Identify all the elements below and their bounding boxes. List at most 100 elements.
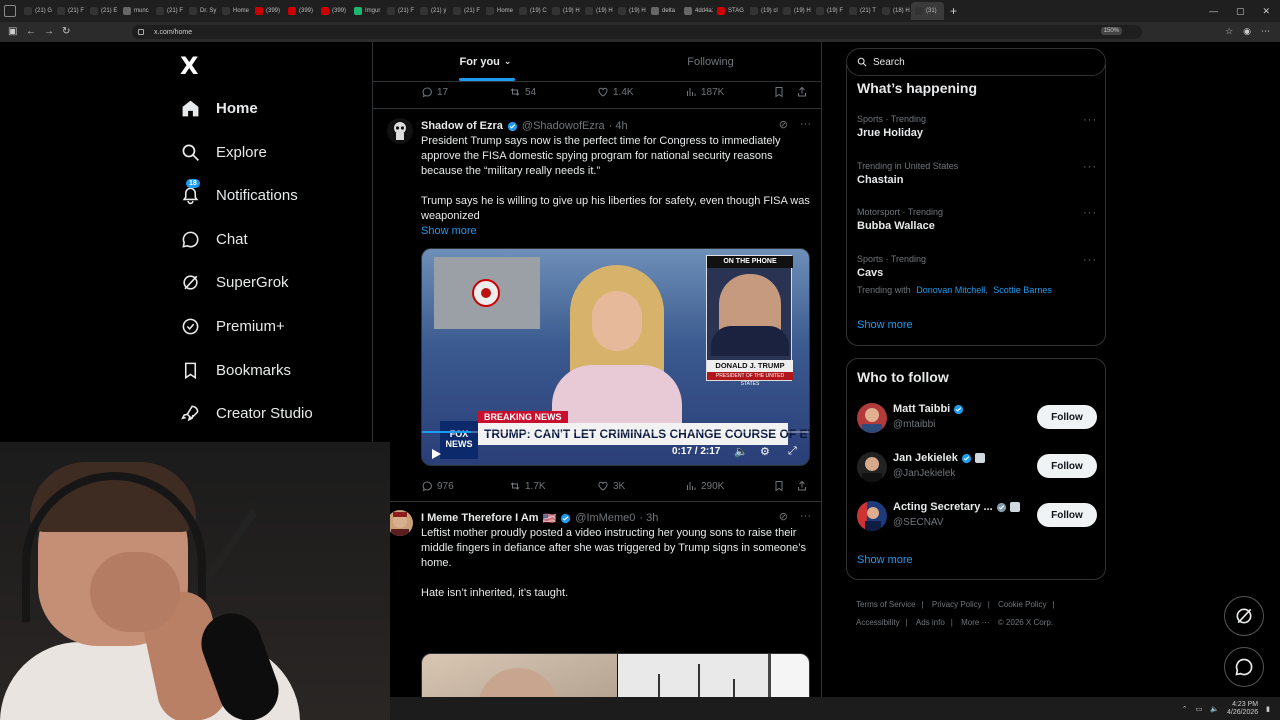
account-name[interactable]: Matt Taibbi — [893, 403, 950, 415]
post-time[interactable]: · 4h — [609, 120, 628, 132]
browser-tab[interactable]: (19) C — [515, 2, 548, 20]
x-logo[interactable]: X — [180, 52, 199, 80]
forward-icon[interactable]: → — [44, 27, 54, 37]
nav-item-explore[interactable]: Explore — [180, 137, 267, 167]
footer-link[interactable]: Cookie Policy — [998, 600, 1046, 609]
more-icon[interactable]: ··· — [1083, 207, 1097, 219]
repost-button[interactable]: 54 — [509, 86, 536, 98]
browser-tab[interactable]: (399) — [317, 2, 350, 20]
account-handle[interactable]: @mtaibbi — [893, 419, 935, 430]
more-icon[interactable]: ··· — [1083, 114, 1097, 126]
nav-item-home[interactable]: Home — [180, 93, 258, 123]
nav-item-supergrok[interactable]: SuperGrok — [180, 267, 289, 297]
browser-tab[interactable]: (21) E — [86, 2, 119, 20]
browser-tab[interactable]: Home — [482, 2, 515, 20]
video-player[interactable]: ON THE PHONE DONALD J. TRUMP PRESIDENT O… — [421, 248, 810, 466]
avatar[interactable] — [857, 501, 887, 531]
repost-button[interactable]: 1.7K — [509, 480, 546, 492]
footer-link[interactable]: Accessibility — [856, 618, 900, 627]
nav-item-bookmarks[interactable]: Bookmarks — [180, 355, 291, 385]
trending-with-link[interactable]: Donovan Mitchell — [916, 285, 985, 295]
more-icon[interactable]: ··· — [800, 118, 811, 131]
more-icon[interactable]: ··· — [800, 510, 811, 523]
back-icon[interactable]: ← — [26, 27, 36, 37]
avatar[interactable] — [387, 118, 413, 144]
post-shadow-of-ezra[interactable]: Shadow of Ezra @ShadowofEzra · 4h ⊘ ··· … — [373, 118, 821, 498]
show-more-link[interactable]: Show more — [857, 554, 913, 566]
nav-item-notifications[interactable]: 18 Notifications — [180, 179, 298, 210]
video-progress-bar[interactable] — [422, 431, 809, 433]
profile-icon[interactable]: ◉ — [1243, 26, 1251, 37]
menu-icon[interactable]: ⋯ — [1261, 26, 1270, 37]
settings-icon[interactable]: ⚙ — [760, 445, 770, 458]
nav-item-premium[interactable]: Premium+ — [180, 311, 285, 341]
follow-button[interactable]: Follow — [1037, 503, 1097, 527]
views-button[interactable]: 290K — [685, 480, 724, 492]
footer-link[interactable]: More ··· — [961, 618, 989, 627]
tab-actions-icon[interactable] — [4, 5, 16, 17]
like-button[interactable]: 1.4K — [597, 86, 634, 98]
show-more-link[interactable]: Show more — [421, 225, 477, 237]
trend-item[interactable]: Sports · Trending Cavs Trending with Don… — [857, 254, 1097, 295]
browser-tab[interactable]: (19) H — [614, 2, 647, 20]
close-window-icon[interactable]: ✕ — [1262, 6, 1270, 17]
footer-link[interactable]: Terms of Service — [856, 600, 916, 609]
browser-tab[interactable]: (399) — [284, 2, 317, 20]
account-name[interactable]: Acting Secretary ... — [893, 501, 993, 513]
browser-tab[interactable]: (399) — [251, 2, 284, 20]
browser-tab[interactable]: Home — [218, 2, 251, 20]
browser-tab[interactable]: (19) H — [548, 2, 581, 20]
reply-button[interactable]: 17 — [421, 86, 448, 98]
trend-item[interactable]: Sports · Trending Jrue Holiday ··· — [857, 114, 1097, 139]
browser-tab[interactable]: delta — [647, 2, 680, 20]
browser-tab[interactable]: (21) F — [383, 2, 416, 20]
author-handle[interactable]: @ImMeme0 — [575, 512, 635, 524]
account-handle[interactable]: @JanJekielek — [893, 468, 955, 479]
post-image[interactable] — [421, 653, 810, 697]
author-name[interactable]: I Meme Therefore I Am — [421, 512, 539, 524]
sidebar-toggle-icon[interactable]: ▣ — [8, 27, 18, 37]
views-button[interactable]: 187K — [685, 86, 724, 98]
zoom-level[interactable]: 150% — [1100, 27, 1122, 35]
footer-link[interactable]: Privacy Policy — [932, 600, 982, 609]
post-time[interactable]: · 3h — [639, 512, 658, 524]
avatar[interactable] — [857, 403, 887, 433]
system-clock[interactable]: 4:23 PM 4/26/2026 — [1227, 701, 1258, 717]
nav-item-creator-studio[interactable]: Creator Studio — [180, 398, 313, 428]
browser-tab[interactable]: (21) T — [845, 2, 878, 20]
browser-tab[interactable]: 4dd4a14 — [680, 2, 713, 20]
trend-item[interactable]: Motorsport · Trending Bubba Wallace ··· — [857, 207, 1097, 232]
reply-button[interactable]: 976 — [421, 480, 454, 492]
tab-following[interactable]: Following — [598, 42, 821, 81]
trending-with-link[interactable]: Scottie Barnes — [993, 285, 1052, 295]
avatar[interactable] — [387, 510, 413, 536]
url-field[interactable]: x.com/home 150% — [132, 25, 1142, 39]
browser-tab[interactable]: (21) G — [20, 2, 53, 20]
follow-suggestion[interactable]: Acting Secretary ... @SECNAV Follow — [857, 499, 1097, 533]
trend-item[interactable]: Trending in United States Chastain ··· — [857, 161, 1097, 186]
show-more-link[interactable]: Show more — [857, 319, 913, 331]
reload-icon[interactable]: ↻ — [62, 27, 72, 37]
browser-tab[interactable]: (21) F — [152, 2, 185, 20]
browser-tab[interactable]: (18) H — [878, 2, 911, 20]
author-name[interactable]: Shadow of Ezra — [421, 120, 503, 132]
browser-tab[interactable]: (21) F — [53, 2, 86, 20]
network-icon[interactable]: ▭ — [1196, 705, 1203, 713]
account-name[interactable]: Jan Jekielek — [893, 452, 958, 464]
grok-fab[interactable] — [1224, 596, 1264, 636]
volume-icon[interactable]: 🔈 — [1210, 705, 1219, 713]
browser-tab[interactable]: (21) y — [416, 2, 449, 20]
follow-suggestion[interactable]: Matt Taibbi @mtaibbi Follow — [857, 401, 1097, 435]
fullscreen-icon[interactable]: ⤢ — [788, 445, 797, 458]
browser-tab[interactable]: (21) F — [449, 2, 482, 20]
share-button[interactable] — [796, 86, 808, 98]
post-i-meme-therefore-i-am[interactable]: I Meme Therefore I Am 🇺🇸 @ImMeme0 · 3h ⊘… — [373, 510, 821, 697]
browser-tab[interactable]: Dr. Sy — [185, 2, 218, 20]
more-icon[interactable]: ··· — [1083, 161, 1097, 173]
follow-button[interactable]: Follow — [1037, 454, 1097, 478]
account-handle[interactable]: @SECNAV — [893, 517, 944, 528]
site-info-icon[interactable] — [138, 29, 144, 35]
like-button[interactable]: 3K — [597, 480, 625, 492]
messages-fab[interactable] — [1224, 647, 1264, 687]
author-handle[interactable]: @ShadowofEzra — [522, 120, 605, 132]
